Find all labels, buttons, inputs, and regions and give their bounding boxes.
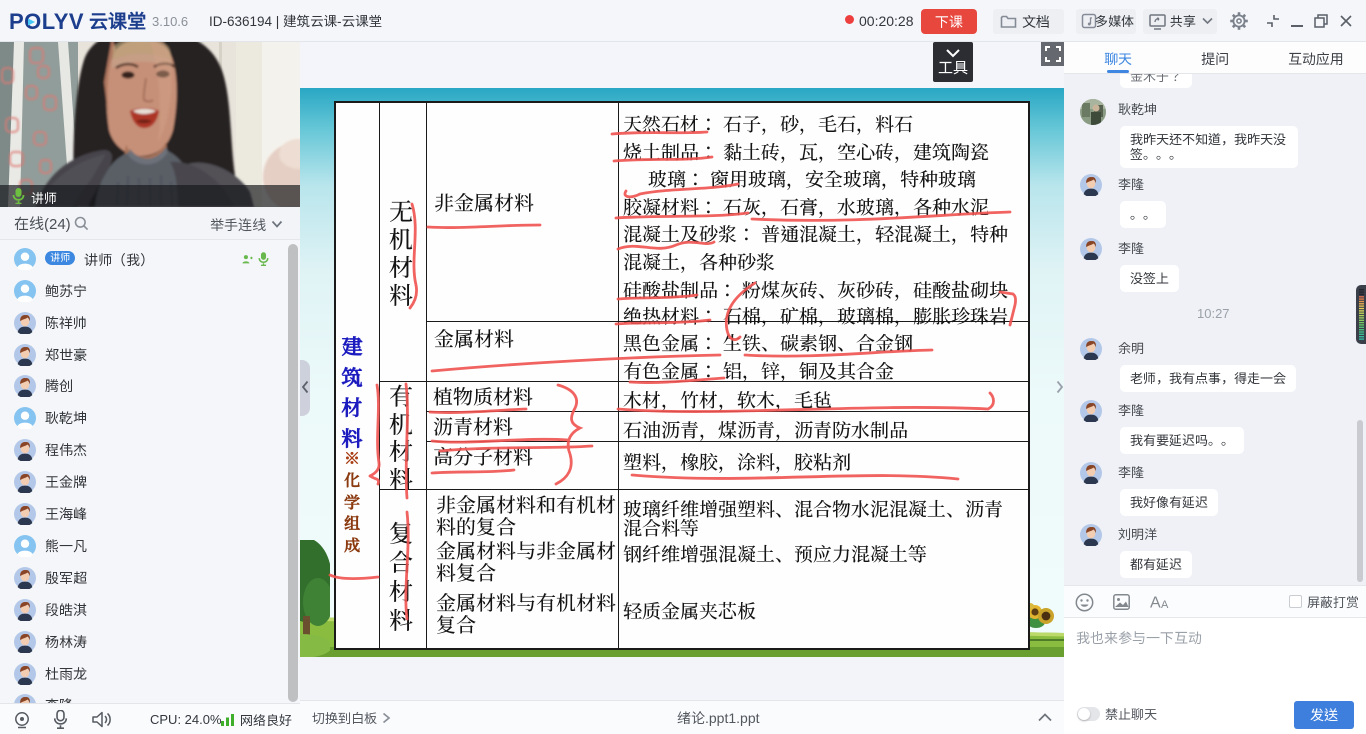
svg-text:A: A <box>1161 599 1169 610</box>
svg-text:A: A <box>1150 595 1161 611</box>
